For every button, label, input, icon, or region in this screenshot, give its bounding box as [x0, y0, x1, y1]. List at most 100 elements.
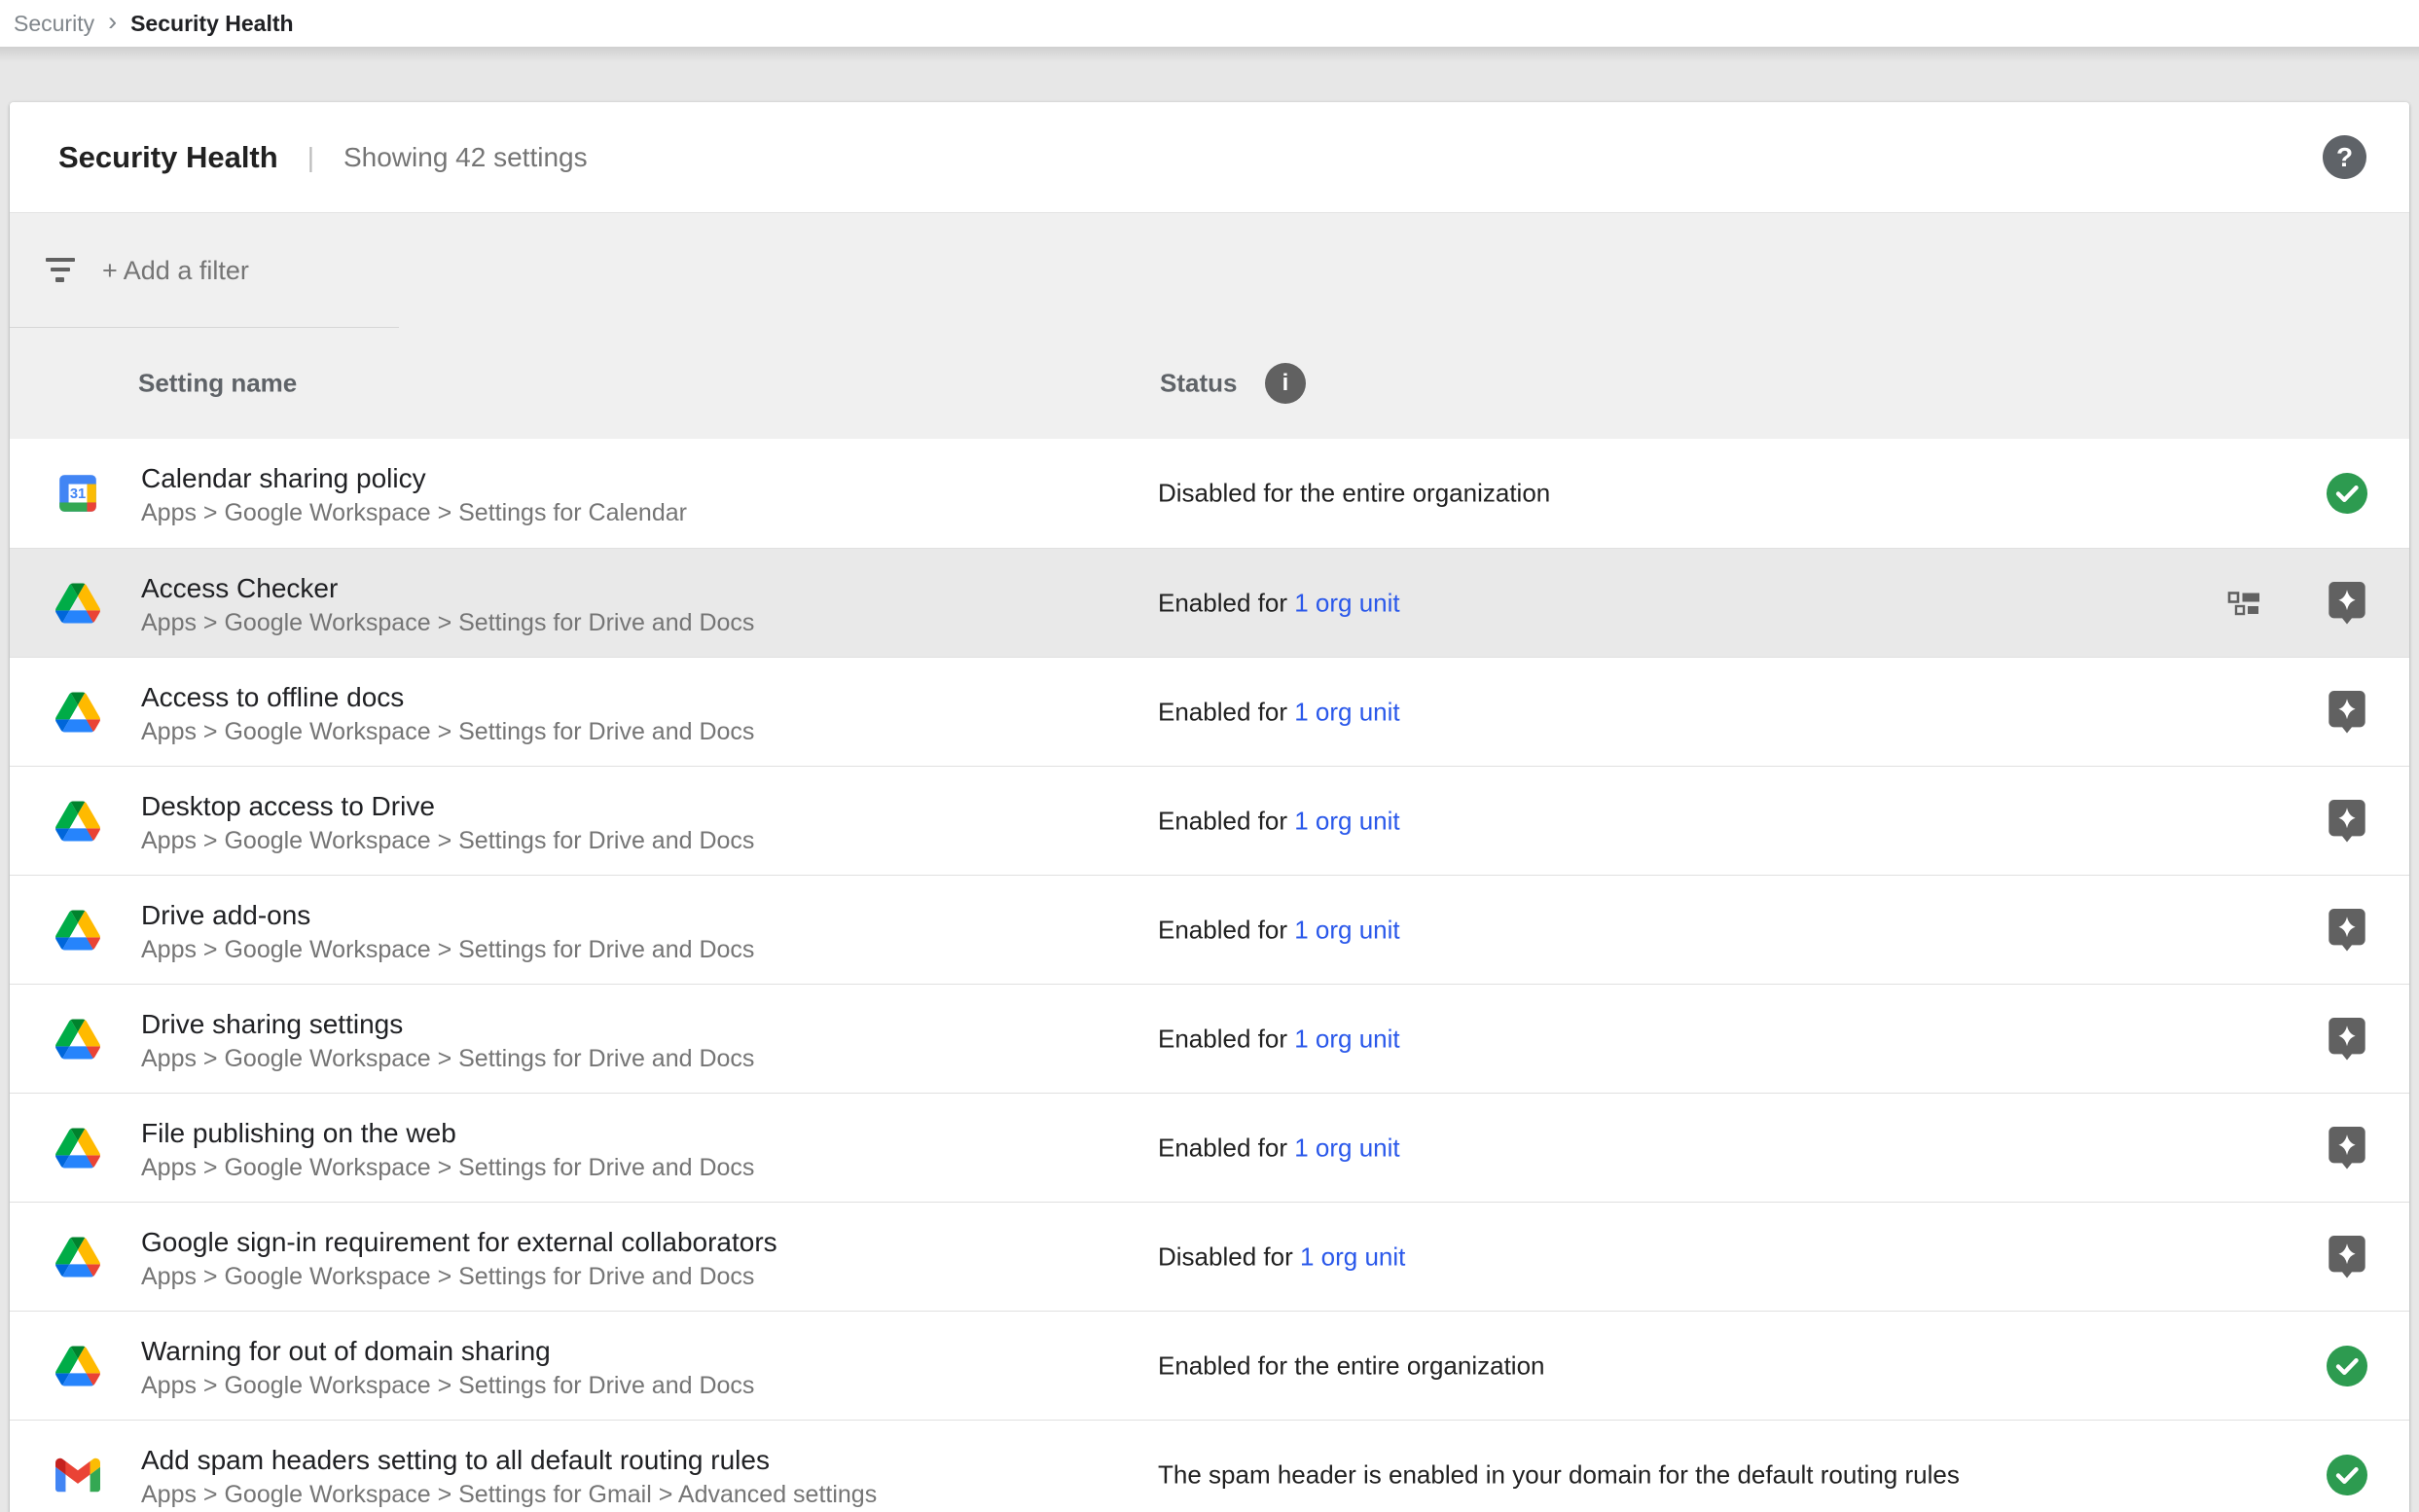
status-cell: Disabled for the entire organization	[1158, 479, 1550, 509]
setting-name-cell: Access Checker Apps > Google Workspace >…	[141, 572, 754, 638]
recommendation-icon[interactable]	[2326, 800, 2368, 843]
org-unit-link[interactable]: 1 org unit	[1294, 806, 1399, 835]
breadcrumb-current: Security Health	[130, 11, 293, 37]
status-text: Enabled for	[1158, 1024, 1287, 1053]
table-row[interactable]: Add spam headers setting to all default …	[10, 1420, 2409, 1512]
topbar-shadow	[0, 47, 2419, 62]
setting-name-cell: Google sign-in requirement for external …	[141, 1226, 777, 1292]
setting-path: Apps > Google Workspace > Settings for D…	[141, 607, 754, 638]
status-cell: Enabled for the entire organization	[1158, 1350, 1545, 1381]
setting-path: Apps > Google Workspace > Settings for D…	[141, 716, 754, 747]
drive-icon	[55, 801, 100, 842]
page-title: Security Health	[58, 140, 278, 175]
table-row[interactable]: Desktop access to Drive Apps > Google Wo…	[10, 766, 2409, 875]
security-health-card: Security Health | Showing 42 settings ? …	[10, 102, 2409, 1512]
setting-title: File publishing on the web	[141, 1117, 754, 1150]
table-row[interactable]: Drive add-ons Apps > Google Workspace > …	[10, 875, 2409, 984]
recommendation-icon[interactable]	[2326, 582, 2368, 625]
drive-icon	[55, 1237, 100, 1278]
table-row[interactable]: Drive sharing settings Apps > Google Wor…	[10, 984, 2409, 1093]
setting-path: Apps > Google Workspace > Settings for D…	[141, 825, 754, 856]
status-cell: Enabled for 1 org unit	[1158, 1024, 1400, 1054]
status-text: Disabled for the entire organization	[1158, 479, 1550, 508]
setting-title: Drive sharing settings	[141, 1008, 754, 1041]
status-text: Enabled for the entire organization	[1158, 1350, 1545, 1380]
filter-and-columns-zone: + Add a filter Setting name Status i	[10, 212, 2409, 439]
setting-path: Apps > Google Workspace > Settings for D…	[141, 934, 754, 965]
settings-table: Calendar sharing policy Apps > Google Wo…	[10, 439, 2409, 1512]
recommendation-icon[interactable]	[2326, 1236, 2368, 1278]
drive-icon	[55, 1128, 100, 1169]
table-column-headers: Setting name Status i	[10, 328, 2409, 439]
card-header: Security Health | Showing 42 settings ?	[10, 102, 2409, 212]
setting-title: Desktop access to Drive	[141, 790, 754, 823]
status-text: Enabled for	[1158, 697, 1287, 726]
table-row[interactable]: Access to offline docs Apps > Google Wor…	[10, 657, 2409, 766]
recommendation-icon[interactable]	[2326, 1018, 2368, 1061]
filter-bar: + Add a filter	[10, 213, 2409, 328]
setting-path: Apps > Google Workspace > Settings for D…	[141, 1043, 754, 1074]
recommendation-icon[interactable]	[2326, 1127, 2368, 1170]
org-unit-link[interactable]: 1 org unit	[1294, 697, 1399, 726]
setting-name-cell: Calendar sharing policy Apps > Google Wo…	[141, 462, 687, 528]
column-header-setting-name: Setting name	[138, 369, 297, 399]
table-row[interactable]: Calendar sharing policy Apps > Google Wo…	[10, 439, 2409, 548]
setting-title: Add spam headers setting to all default …	[141, 1444, 877, 1477]
rules-applied-icon	[2226, 585, 2262, 621]
status-info-icon[interactable]: i	[1265, 363, 1306, 404]
setting-title: Access to offline docs	[141, 681, 754, 714]
setting-title: Calendar sharing policy	[141, 462, 687, 495]
status-cell: Enabled for 1 org unit	[1158, 806, 1400, 836]
setting-path: Apps > Google Workspace > Settings for D…	[141, 1370, 754, 1401]
drive-icon	[55, 583, 100, 624]
table-row[interactable]: Access Checker Apps > Google Workspace >…	[10, 548, 2409, 657]
status-text: Enabled for	[1158, 1133, 1287, 1162]
status-ok-icon	[2326, 1345, 2368, 1387]
help-icon[interactable]: ?	[2323, 135, 2366, 179]
setting-name-cell: Desktop access to Drive Apps > Google Wo…	[141, 790, 754, 856]
setting-name-cell: Access to offline docs Apps > Google Wor…	[141, 681, 754, 747]
column-header-status: Status	[1160, 369, 1237, 399]
table-row[interactable]: File publishing on the web Apps > Google…	[10, 1093, 2409, 1202]
recommendation-icon[interactable]	[2326, 691, 2368, 734]
org-unit-link[interactable]: 1 org unit	[1294, 588, 1399, 617]
breadcrumb-parent-link[interactable]: Security	[14, 11, 94, 37]
org-unit-link[interactable]: 1 org unit	[1294, 1024, 1399, 1053]
setting-title: Access Checker	[141, 572, 754, 605]
status-cell: Disabled for 1 org unit	[1158, 1242, 1405, 1272]
setting-path: Apps > Google Workspace > Settings for D…	[141, 1261, 777, 1292]
status-text: Enabled for	[1158, 915, 1287, 944]
recommendation-icon[interactable]	[2326, 909, 2368, 952]
setting-title: Google sign-in requirement for external …	[141, 1226, 777, 1259]
status-text: The spam header is enabled in your domai…	[1158, 1459, 1960, 1489]
filter-icon	[46, 257, 77, 284]
org-unit-link[interactable]: 1 org unit	[1300, 1242, 1405, 1271]
setting-path: Apps > Google Workspace > Settings for C…	[141, 497, 687, 528]
setting-name-cell: File publishing on the web Apps > Google…	[141, 1117, 754, 1183]
setting-path: Apps > Google Workspace > Settings for D…	[141, 1152, 754, 1183]
setting-title: Drive add-ons	[141, 899, 754, 932]
table-row[interactable]: Google sign-in requirement for external …	[10, 1202, 2409, 1311]
settings-count: Showing 42 settings	[343, 142, 588, 173]
drive-icon	[55, 692, 100, 733]
status-ok-icon	[2326, 1454, 2368, 1496]
status-text: Enabled for	[1158, 806, 1287, 835]
table-row[interactable]: Warning for out of domain sharing Apps >…	[10, 1311, 2409, 1420]
title-divider: |	[307, 142, 314, 173]
setting-name-cell: Warning for out of domain sharing Apps >…	[141, 1335, 754, 1401]
drive-icon	[55, 1019, 100, 1060]
breadcrumb: Security › Security Health	[0, 0, 2419, 47]
drive-icon	[55, 1346, 100, 1386]
status-cell: Enabled for 1 org unit	[1158, 588, 1400, 618]
calendar-icon	[55, 473, 100, 514]
org-unit-link[interactable]: 1 org unit	[1294, 1133, 1399, 1162]
setting-path: Apps > Google Workspace > Settings for G…	[141, 1479, 877, 1510]
org-unit-link[interactable]: 1 org unit	[1294, 915, 1399, 944]
status-text: Disabled for	[1158, 1242, 1293, 1271]
gmail-icon	[55, 1455, 100, 1495]
breadcrumb-chevron-icon: ›	[108, 9, 117, 35]
status-cell: Enabled for 1 org unit	[1158, 915, 1400, 945]
setting-name-cell: Add spam headers setting to all default …	[141, 1444, 877, 1510]
add-filter-button[interactable]: + Add a filter	[102, 256, 249, 286]
status-ok-icon	[2326, 472, 2368, 515]
